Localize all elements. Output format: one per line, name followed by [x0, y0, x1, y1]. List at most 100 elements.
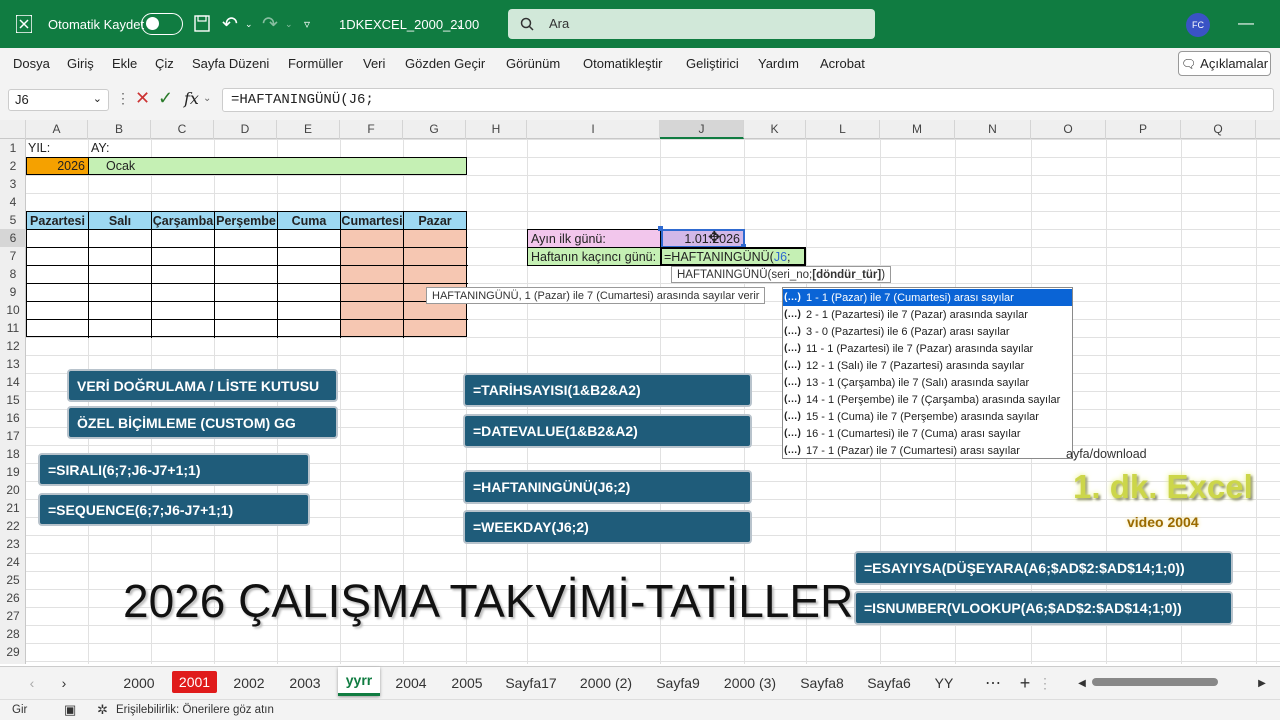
autosave-toggle[interactable] [141, 13, 183, 35]
cell-j7-editing[interactable]: =HAFTANINGÜNÜ(J6; [660, 247, 806, 266]
menu-gozden-gecir[interactable]: Gözden Geçir [405, 56, 485, 71]
row-header[interactable]: 25 [0, 571, 26, 589]
insert-function-icon[interactable]: fx [184, 89, 199, 108]
sheet-tab[interactable]: Sayfa9 [649, 670, 707, 696]
col-header[interactable]: O [1031, 120, 1106, 139]
cell-b1[interactable]: AY: [91, 139, 151, 157]
col-header[interactable]: M [880, 120, 955, 139]
formula-input[interactable]: =HAFTANINGÜNÜ(J6; [222, 88, 1274, 112]
sheet-tab[interactable]: 2003 [281, 670, 329, 696]
dropdown-item-selected[interactable]: (…) 1 - 1 (Pazar) ile 7 (Cumartesi) arası… [783, 289, 1072, 306]
col-header[interactable]: H [466, 120, 527, 139]
tabs-splitter[interactable]: ⋮ [1038, 670, 1052, 696]
sheet-tab-red[interactable]: 2001 [172, 671, 217, 693]
range-handle[interactable] [658, 226, 663, 231]
col-header[interactable]: E [277, 120, 340, 139]
row-header[interactable]: 19 [0, 463, 26, 481]
row-header[interactable]: 28 [0, 625, 26, 643]
row-header[interactable]: 20 [0, 481, 26, 499]
row-header[interactable]: 2 [0, 157, 26, 175]
save-icon[interactable] [194, 15, 210, 32]
comments-button[interactable]: 🗨 Açıklamalar [1178, 51, 1271, 76]
redo-dropdown-icon[interactable]: ⌄ [285, 0, 293, 48]
undo-icon[interactable]: ↶ [222, 0, 238, 48]
row-header[interactable]: 22 [0, 517, 26, 535]
customize-toolbar-icon[interactable]: ▿ [304, 0, 310, 48]
dropdown-item[interactable]: (…) 13 - 1 (Çarşamba) ile 7 (Salı) arasın… [783, 374, 1072, 391]
menu-dosya[interactable]: Dosya [13, 56, 50, 71]
col-header[interactable]: P [1106, 120, 1181, 139]
row-header[interactable]: 23 [0, 535, 26, 553]
menu-ciz[interactable]: Çiz [155, 56, 174, 71]
hscroll-left-icon[interactable]: ◀ [1074, 670, 1090, 696]
row-header[interactable]: 13 [0, 355, 26, 373]
row-header[interactable]: 14 [0, 373, 26, 391]
row-header[interactable]: 21 [0, 499, 26, 517]
minimize-icon[interactable]: — [1238, 0, 1254, 48]
col-header-selected[interactable]: J [660, 120, 744, 139]
menu-giris[interactable]: Giriş [67, 56, 94, 71]
row-header[interactable]: 27 [0, 607, 26, 625]
select-all-corner[interactable] [0, 120, 26, 139]
row-header[interactable]: 1 [0, 139, 26, 157]
col-header[interactable]: F [340, 120, 403, 139]
row-header[interactable]: 12 [0, 337, 26, 355]
col-header[interactable]: G [403, 120, 466, 139]
name-box[interactable]: J6 ⌄ [8, 89, 109, 111]
row-header-selected[interactable]: 6 [0, 229, 26, 247]
dropdown-item[interactable]: (…) 3 - 0 (Pazartesi) ile 6 (Pazar) arası… [783, 323, 1072, 340]
col-header[interactable]: A [26, 120, 88, 139]
row-header[interactable]: 8 [0, 265, 26, 283]
sheet-tab[interactable]: 2005 [443, 670, 491, 696]
return-type-dropdown[interactable]: (…) 1 - 1 (Pazar) ile 7 (Cumartesi) arası… [782, 287, 1073, 459]
weekday-header[interactable]: Çarşamba [151, 211, 215, 230]
cancel-icon[interactable]: ✕ [135, 88, 150, 109]
tab-scroll-left-icon[interactable]: ‹ [20, 670, 44, 696]
file-name-chevron-icon[interactable]: ⌄ [455, 0, 464, 48]
horizontal-scrollbar-thumb[interactable] [1092, 678, 1218, 686]
enter-check-icon[interactable]: ✓ [158, 88, 173, 109]
menu-sayfa-duzeni[interactable]: Sayfa Düzeni [192, 56, 269, 71]
cell-a2-year[interactable]: 2026 [26, 157, 89, 175]
cell-i7-label[interactable]: Haftanın kaçıncı günü: [527, 247, 661, 266]
row-header[interactable]: 7 [0, 247, 26, 265]
col-header[interactable]: L [806, 120, 880, 139]
weekday-header[interactable]: Salı [88, 211, 152, 230]
weekday-header[interactable]: Cumartesi [340, 211, 404, 230]
col-header[interactable]: Q [1181, 120, 1256, 139]
sheet-tab[interactable]: 2002 [225, 670, 273, 696]
name-box-chevron-icon[interactable]: ⌄ [93, 92, 102, 105]
menu-formuller[interactable]: Formüller [288, 56, 343, 71]
more-icon[interactable]: ⋮ [116, 90, 130, 107]
col-header[interactable]: C [151, 120, 214, 139]
cell-j6-date[interactable]: 1.01.2026 [661, 229, 745, 248]
cell-a1[interactable]: YIL: [28, 139, 88, 157]
sheet-tab[interactable]: Sayfa8 [793, 670, 851, 696]
row-header[interactable]: 4 [0, 193, 26, 211]
row-header[interactable]: 18 [0, 445, 26, 463]
sheet-tab[interactable]: Sayfa6 [861, 670, 917, 696]
row-header[interactable]: 5 [0, 211, 26, 229]
fx-chevron-icon[interactable]: ⌄ [203, 93, 211, 104]
cell-i6-label[interactable]: Ayın ilk günü: [527, 229, 661, 248]
weekday-header[interactable]: Pazartesi [26, 211, 89, 230]
dropdown-item[interactable]: (…) 11 - 1 (Pazartesi) ile 7 (Pazar) aras… [783, 340, 1072, 357]
weekday-header[interactable]: Perşembe [214, 211, 278, 230]
menu-veri[interactable]: Veri [363, 56, 385, 71]
cell-b2-month[interactable]: Ocak [88, 157, 467, 175]
more-sheets-icon[interactable]: ⋯ [980, 670, 1006, 696]
undo-dropdown-icon[interactable]: ⌄ [245, 0, 253, 48]
row-header[interactable]: 16 [0, 409, 26, 427]
sheet-tab[interactable]: 2004 [388, 670, 434, 696]
sheet-tab[interactable]: 2000 [114, 670, 164, 696]
add-sheet-icon[interactable]: + [1013, 670, 1037, 696]
col-header[interactable]: I [527, 120, 660, 139]
row-header[interactable]: 17 [0, 427, 26, 445]
menu-gorunum[interactable]: Görünüm [506, 56, 560, 71]
menu-otomatiklestir[interactable]: Otomatikleştir [583, 56, 662, 71]
menu-ekle[interactable]: Ekle [112, 56, 137, 71]
accessibility-status[interactable]: Erişilebilirlik: Önerilere göz atın [116, 704, 274, 716]
sheet-tab-active[interactable]: yyrr [338, 667, 380, 696]
row-header[interactable]: 26 [0, 589, 26, 607]
row-header[interactable]: 3 [0, 175, 26, 193]
